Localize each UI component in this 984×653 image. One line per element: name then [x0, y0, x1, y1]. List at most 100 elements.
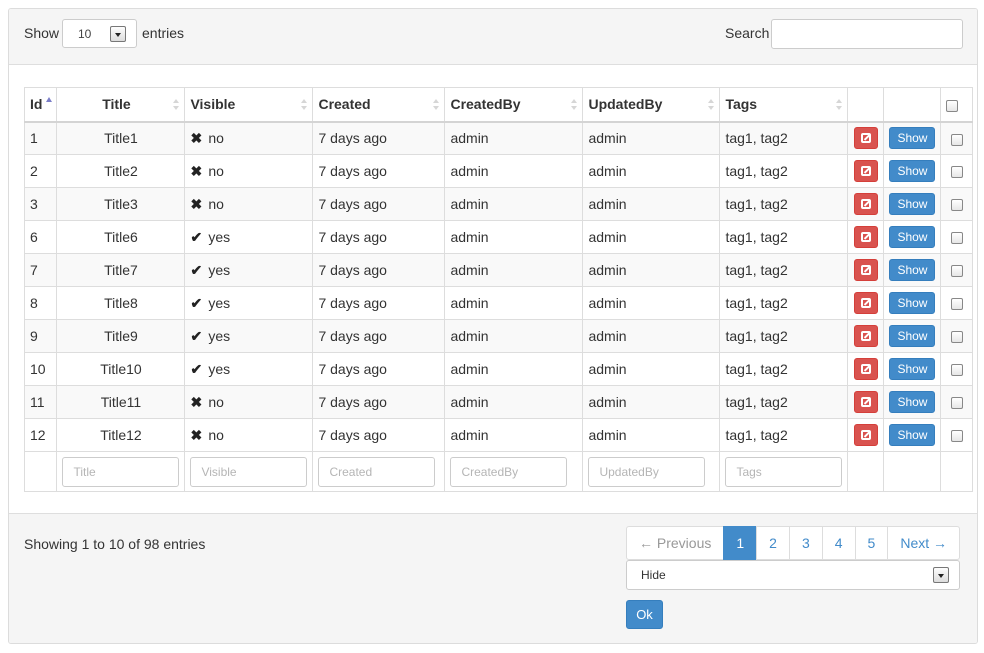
show-button[interactable]: Show — [889, 160, 936, 182]
cell-updated-by: admin — [582, 418, 721, 452]
page-length-value: 10 — [78, 27, 92, 41]
show-button[interactable]: Show — [889, 325, 936, 347]
page-button-2[interactable]: 2 — [756, 526, 790, 560]
row-checkbox[interactable] — [950, 265, 963, 278]
table-row: 1 Title1 ✖ no 7 days ago admin admin tag1, tag… — [23, 121, 974, 155]
cell-edit — [847, 121, 885, 155]
row-checkbox[interactable] — [950, 166, 963, 179]
cell-created-by: admin — [444, 352, 584, 386]
cell-id: 7 — [23, 253, 58, 287]
edit-icon — [860, 166, 871, 176]
bulk-action-select[interactable]: Hide — [626, 560, 960, 590]
show-button[interactable]: Show — [889, 391, 936, 413]
filter-cell-id — [23, 451, 58, 492]
column-header-select-all — [940, 87, 974, 123]
row-checkbox[interactable] — [950, 430, 963, 443]
table-row: 6 Title6 ✔ yes 7 days ago admin admin tag1, ta… — [23, 220, 974, 254]
edit-button[interactable] — [853, 358, 878, 380]
column-header-tags[interactable]: Tags — [719, 87, 849, 123]
page-button-3[interactable]: 3 — [788, 526, 823, 560]
cell-tags: tag1, tag2 — [719, 418, 849, 452]
column-header-created[interactable]: Created — [312, 87, 446, 123]
cell-created-by: admin — [444, 154, 584, 188]
page-length-select[interactable]: 10 — [62, 19, 137, 48]
datatable-panel: Show 10 entries Search Id Title Visible … — [8, 8, 978, 644]
column-header-updated-by[interactable]: UpdatedBy — [582, 87, 721, 123]
filter-tags-input[interactable] — [725, 456, 843, 487]
filter-cell-updated-by — [582, 451, 721, 492]
cell-tags: tag1, tag2 — [719, 154, 849, 188]
edit-button[interactable] — [853, 391, 878, 413]
page-button-5[interactable]: 5 — [854, 526, 889, 560]
edit-button[interactable] — [853, 292, 878, 314]
edit-button[interactable] — [853, 424, 878, 446]
previous-page-button[interactable]: ← Previous — [626, 526, 725, 560]
filter-title-input[interactable] — [62, 456, 180, 487]
table-body: 1 Title1 ✖ no 7 days ago admin admin tag1, tag… — [23, 121, 974, 492]
cell-show: Show — [883, 352, 942, 386]
filter-created-input[interactable] — [318, 456, 436, 487]
visible-label: yes — [208, 228, 231, 245]
sort-icon — [433, 99, 440, 111]
edit-icon — [860, 298, 871, 308]
row-checkbox[interactable] — [950, 331, 963, 344]
row-checkbox[interactable] — [950, 364, 963, 377]
cell-id: 11 — [23, 385, 58, 419]
filter-updated-by-input[interactable] — [588, 456, 706, 487]
column-header-title[interactable]: Title — [56, 87, 186, 123]
show-button[interactable]: Show — [889, 358, 936, 380]
sort-icon — [836, 99, 843, 111]
entries-label: entries — [142, 25, 185, 41]
row-checkbox[interactable] — [950, 133, 963, 146]
table-row: 3 Title3 ✖ no 7 days ago admin admin tag1, tag… — [23, 187, 974, 221]
cell-tags: tag1, tag2 — [719, 253, 849, 287]
column-header-id[interactable]: Id — [23, 87, 58, 123]
edit-button[interactable] — [853, 226, 878, 248]
select-all-checkbox[interactable] — [946, 99, 959, 112]
filter-visible-input[interactable] — [190, 456, 308, 487]
row-checkbox[interactable] — [950, 397, 963, 410]
edit-button[interactable] — [853, 160, 878, 182]
search-label: Search — [725, 25, 770, 41]
next-page-button[interactable]: Next → — [887, 526, 961, 560]
show-button[interactable]: Show — [889, 193, 936, 215]
edit-button[interactable] — [853, 193, 878, 215]
cell-created: 7 days ago — [312, 220, 446, 254]
column-header-show — [883, 87, 942, 123]
cell-show: Show — [883, 187, 942, 221]
cell-created-by: admin — [444, 319, 584, 353]
cell-edit — [847, 253, 885, 287]
show-button[interactable]: Show — [889, 292, 936, 314]
page-button-1[interactable]: 1 — [723, 526, 758, 560]
cell-show: Show — [883, 319, 942, 353]
search-input[interactable] — [771, 19, 963, 49]
cell-created: 7 days ago — [312, 286, 446, 320]
show-button[interactable]: Show — [889, 424, 936, 446]
cell-updated-by: admin — [582, 121, 721, 155]
cell-visible: ✔ yes — [184, 286, 314, 320]
filter-cell-created-by — [444, 451, 584, 492]
edit-button[interactable] — [853, 325, 878, 347]
cross-icon: ✖ — [190, 195, 203, 212]
filter-created-by-input[interactable] — [450, 456, 568, 487]
ok-button[interactable]: Ok — [626, 600, 663, 629]
column-header-visible[interactable]: Visible — [184, 87, 314, 123]
show-button[interactable]: Show — [889, 127, 936, 150]
row-checkbox[interactable] — [950, 298, 963, 311]
show-button[interactable]: Show — [889, 226, 936, 248]
column-header-created-by[interactable]: CreatedBy — [444, 87, 584, 123]
cell-show: Show — [883, 220, 942, 254]
cell-show: Show — [883, 253, 942, 287]
table-footer: Showing 1 to 10 of 98 entries ← Previous… — [9, 513, 977, 643]
edit-icon — [860, 232, 871, 242]
cell-updated-by: admin — [582, 385, 721, 419]
row-checkbox[interactable] — [950, 232, 963, 245]
row-checkbox[interactable] — [950, 199, 963, 212]
filter-cell-created — [312, 451, 446, 492]
show-button[interactable]: Show — [889, 259, 936, 281]
edit-button[interactable] — [853, 259, 878, 281]
cell-tags: tag1, tag2 — [719, 121, 849, 155]
edit-button[interactable] — [853, 127, 878, 150]
cell-title: Title8 — [56, 286, 186, 320]
page-button-4[interactable]: 4 — [821, 526, 856, 560]
